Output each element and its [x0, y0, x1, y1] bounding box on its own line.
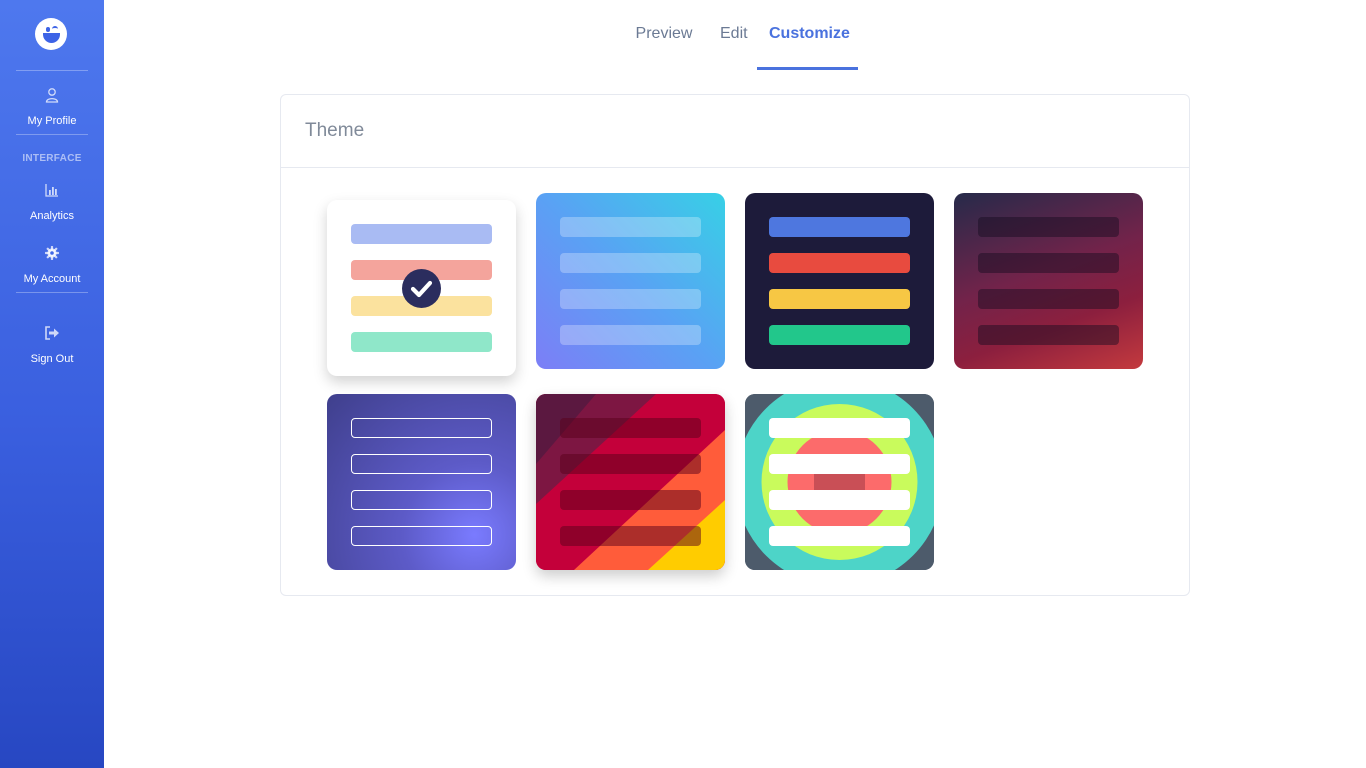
sidebar-item-label: Sign Out	[30, 353, 74, 365]
theme-card: Theme	[280, 94, 1190, 596]
theme-preview-bar	[560, 289, 701, 309]
theme-preview-bar	[560, 490, 701, 510]
theme-preview-bar	[769, 325, 910, 345]
bar-chart-icon	[45, 184, 58, 197]
sidebar-item-analytics[interactable]: Analytics	[0, 182, 104, 223]
theme-preview-bar	[560, 325, 701, 345]
theme-preview-bar	[560, 454, 701, 474]
sidebar-divider	[16, 70, 88, 71]
theme-option-retro-circles[interactable]	[745, 394, 934, 570]
card-title: Theme	[305, 120, 365, 141]
theme-preview-bar	[351, 454, 492, 474]
theme-option-sky-gradient[interactable]	[536, 193, 725, 369]
theme-preview-bar	[978, 217, 1119, 237]
sidebar-divider	[16, 292, 88, 293]
sidebar-item-sign-out[interactable]: Sign Out	[0, 325, 104, 366]
theme-preview-bar	[560, 253, 701, 273]
card-header: Theme	[281, 95, 1189, 168]
sidebar-section-label: INTERFACE	[22, 153, 82, 164]
sidebar-divider	[16, 134, 88, 135]
theme-preview-bar	[769, 217, 910, 237]
sidebar: My Profile INTERFACE Analytics My Accoun…	[0, 0, 104, 768]
theme-preview-bar	[769, 289, 910, 309]
theme-option-sunset-stripes[interactable]	[536, 394, 725, 570]
theme-preview-bar	[769, 490, 910, 510]
theme-preview-bar	[978, 289, 1119, 309]
theme-preview-bar	[351, 418, 492, 438]
theme-preview-bar	[769, 418, 910, 438]
theme-option-light[interactable]	[327, 200, 516, 376]
theme-preview-bar	[351, 526, 492, 546]
theme-preview-bar	[978, 253, 1119, 273]
theme-preview-bar	[978, 325, 1119, 345]
user-icon	[45, 88, 59, 103]
theme-preview-bar	[560, 217, 701, 237]
sidebar-item-my-account[interactable]: My Account	[0, 245, 104, 286]
theme-option-crimson-gradient[interactable]	[954, 193, 1143, 369]
theme-preview-bar	[560, 526, 701, 546]
theme-preview-bar	[560, 418, 701, 438]
theme-preview-bar	[769, 526, 910, 546]
theme-option-indigo-outline[interactable]	[327, 394, 516, 570]
tab-edit[interactable]: Edit	[708, 0, 758, 70]
theme-preview-bar	[351, 490, 492, 510]
tab-preview[interactable]: Preview	[620, 0, 708, 70]
sign-out-icon	[45, 326, 59, 340]
theme-option-dark-navy[interactable]	[745, 193, 934, 369]
theme-preview-bar	[351, 332, 492, 352]
theme-preview-bar	[769, 253, 910, 273]
logo-icon[interactable]	[35, 18, 67, 50]
sidebar-item-my-profile[interactable]: My Profile	[0, 87, 104, 128]
view-tabs: Preview Edit Customize	[620, 0, 858, 70]
sidebar-item-label: My Profile	[27, 115, 77, 127]
selected-check-icon	[402, 269, 441, 308]
sidebar-item-label: My Account	[23, 273, 81, 285]
gear-icon	[45, 246, 59, 260]
tab-customize[interactable]: Customize	[757, 0, 858, 70]
theme-preview-bar	[351, 224, 492, 244]
theme-preview-bar	[769, 454, 910, 474]
sidebar-item-label: Analytics	[29, 210, 75, 222]
